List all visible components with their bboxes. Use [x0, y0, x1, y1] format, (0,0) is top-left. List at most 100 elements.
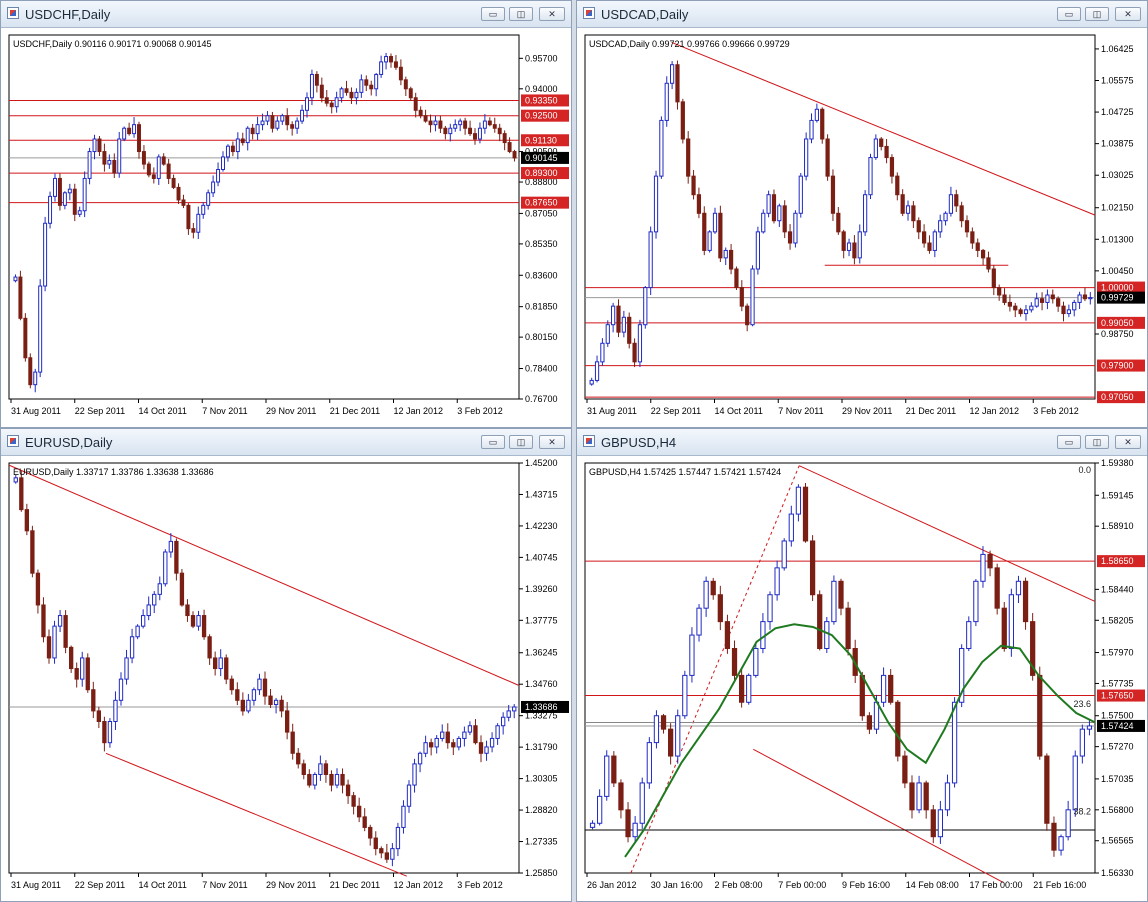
candle-body	[696, 607, 702, 636]
candle-body	[393, 61, 398, 68]
close-button[interactable]: ✕	[539, 435, 565, 449]
candle-body	[492, 124, 497, 129]
restore-button[interactable]: ◫	[509, 7, 533, 21]
eurusd-chart[interactable]: EURUSD,Daily 1.33717 1.33786 1.33638 1.3…	[1, 456, 571, 901]
candle-body	[74, 668, 79, 680]
close-button[interactable]: ✕	[539, 7, 565, 21]
candle-body	[473, 133, 477, 140]
y-tick-label: 1.25850	[525, 868, 558, 878]
candle-body	[1065, 809, 1071, 838]
candle-body	[224, 657, 229, 680]
close-button[interactable]: ✕	[1115, 7, 1141, 21]
y-tick-label: 1.06425	[1101, 44, 1134, 54]
chart-window-usdcad[interactable]: USDCAD,Daily ▭ ◫ ✕ USDCAD,Daily 0.99721 …	[576, 0, 1148, 428]
candle-body	[1029, 305, 1034, 311]
y-tick-label: 1.57735	[1101, 678, 1134, 688]
candle-body	[1056, 298, 1061, 307]
candle-body	[323, 763, 329, 775]
window-titlebar[interactable]: GBPUSD,H4 ▭ ◫ ✕	[577, 429, 1147, 456]
y-tick-label: 1.02150	[1101, 203, 1134, 213]
x-tick-label: 22 Sep 2011	[651, 406, 701, 416]
window-titlebar[interactable]: EURUSD,Daily ▭ ◫ ✕	[1, 429, 571, 456]
y-tick-label: 1.43715	[525, 489, 558, 499]
chart-pane[interactable]: USDCAD,Daily 0.99721 0.99766 0.99666 0.9…	[577, 28, 1147, 427]
candle-body	[718, 212, 723, 259]
chart-pane[interactable]: GBPUSD,H4 1.57425 1.57447 1.57421 1.5742…	[577, 456, 1147, 901]
candle-body	[87, 151, 92, 179]
usdcad-chart[interactable]: USDCAD,Daily 0.99721 0.99766 0.99666 0.9…	[577, 28, 1147, 427]
candle-body	[96, 710, 102, 723]
candle-body	[324, 97, 329, 104]
fib-label: 38.2	[1073, 807, 1091, 817]
usdchf-chart[interactable]: USDCHF,Daily 0.90116 0.90171 0.90068 0.9…	[1, 28, 571, 427]
close-button[interactable]: ✕	[1115, 435, 1141, 449]
candle-body	[57, 177, 62, 206]
candle-body	[632, 822, 638, 838]
candle-body	[152, 593, 157, 606]
candle-body	[627, 316, 632, 344]
y-tick-label: 0.87050	[525, 208, 558, 218]
candle-body	[129, 636, 135, 659]
chart-pane[interactable]: USDCHF,Daily 0.90116 0.90171 0.90068 0.9…	[1, 28, 571, 427]
minimize-button[interactable]: ▭	[1057, 435, 1081, 449]
candle-body	[428, 120, 433, 126]
candle-body	[300, 109, 305, 122]
candle-body	[909, 782, 915, 811]
candle-body	[46, 636, 52, 659]
candle-body	[689, 634, 695, 676]
candle-body	[53, 177, 57, 197]
candle-body	[923, 782, 929, 811]
candle-body	[959, 205, 964, 222]
candle-body	[703, 580, 709, 609]
x-tick-label: 31 Aug 2011	[11, 880, 61, 890]
chart-window-gbpusd[interactable]: GBPUSD,H4 ▭ ◫ ✕ GBPUSD,H4 1.57425 1.5744…	[576, 428, 1148, 902]
current-price-label: 1.33686	[525, 702, 558, 712]
chart-info-text: USDCAD,Daily 0.99721 0.99766 0.99666 0.9…	[589, 39, 790, 49]
minimize-button[interactable]: ▭	[481, 435, 505, 449]
y-tick-label: 1.57035	[1101, 774, 1134, 784]
y-tick-label: 1.03025	[1101, 170, 1134, 180]
candle-body	[1061, 305, 1066, 315]
candle-body	[82, 177, 87, 212]
y-tick-label: 1.40745	[525, 552, 558, 562]
candle-body	[262, 678, 268, 697]
candle-body	[932, 231, 937, 251]
restore-button[interactable]: ◫	[1085, 7, 1109, 21]
candle-body	[841, 231, 846, 251]
gbpusd-chart[interactable]: GBPUSD,H4 1.57425 1.57447 1.57421 1.5742…	[577, 456, 1147, 901]
x-tick-label: 12 Jan 2012	[394, 406, 444, 416]
minimize-button[interactable]: ▭	[481, 7, 505, 21]
candle-body	[359, 79, 364, 93]
candle-body	[41, 604, 46, 638]
candle-body	[975, 242, 980, 251]
candle-body	[344, 88, 349, 93]
level-price-label: 0.89300	[525, 168, 558, 178]
candle-body	[443, 127, 448, 135]
chart-window-usdchf[interactable]: USDCHF,Daily ▭ ◫ ✕ USDCHF,Daily 0.90116 …	[0, 0, 572, 428]
level-price-label: 0.97050	[1101, 392, 1134, 402]
candle-body	[307, 773, 312, 786]
restore-button[interactable]: ◫	[1085, 435, 1109, 449]
candle-body	[604, 755, 610, 797]
restore-button[interactable]: ◫	[509, 435, 533, 449]
candle-body	[611, 305, 616, 326]
candle-body	[755, 231, 761, 270]
chart-pane[interactable]: EURUSD,Daily 1.33717 1.33786 1.33638 1.3…	[1, 456, 571, 901]
candle-body	[621, 316, 626, 333]
candle-body	[191, 228, 196, 233]
candle-body	[659, 119, 664, 177]
candle-body	[13, 477, 18, 483]
candle-body	[1039, 298, 1045, 303]
candle-body	[137, 124, 141, 153]
chart-window-eurusd[interactable]: EURUSD,Daily ▭ ◫ ✕ EURUSD,Daily 1.33717 …	[0, 428, 572, 902]
level-price-label: 0.99050	[1101, 318, 1134, 328]
fib-label: 23.6	[1073, 699, 1091, 709]
candle-body	[916, 782, 922, 811]
window-titlebar[interactable]: USDCAD,Daily ▭ ◫ ✕	[577, 1, 1147, 28]
minimize-button[interactable]: ▭	[1057, 7, 1081, 21]
candle-body	[873, 701, 880, 730]
candle-body	[374, 73, 379, 90]
candle-body	[675, 715, 681, 757]
candle-body	[141, 151, 146, 165]
window-titlebar[interactable]: USDCHF,Daily ▭ ◫ ✕	[1, 1, 571, 28]
